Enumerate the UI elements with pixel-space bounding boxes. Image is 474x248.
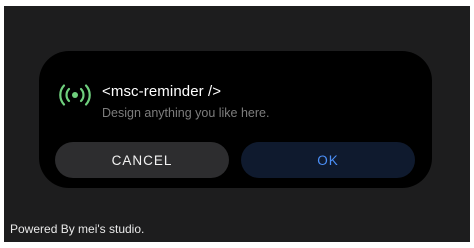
- ok-button[interactable]: OK: [241, 142, 415, 178]
- cancel-button[interactable]: CANCEL: [55, 142, 229, 178]
- powered-by-footer: Powered By mei's studio.: [10, 222, 145, 236]
- demo-stage: <msc-reminder /> Design anything you lik…: [4, 6, 470, 242]
- reminder-dialog: <msc-reminder /> Design anything you lik…: [39, 51, 432, 188]
- dialog-subtitle: Design anything you like here.: [102, 106, 270, 120]
- broadcast-icon: [58, 83, 92, 107]
- dialog-title: <msc-reminder />: [102, 83, 222, 100]
